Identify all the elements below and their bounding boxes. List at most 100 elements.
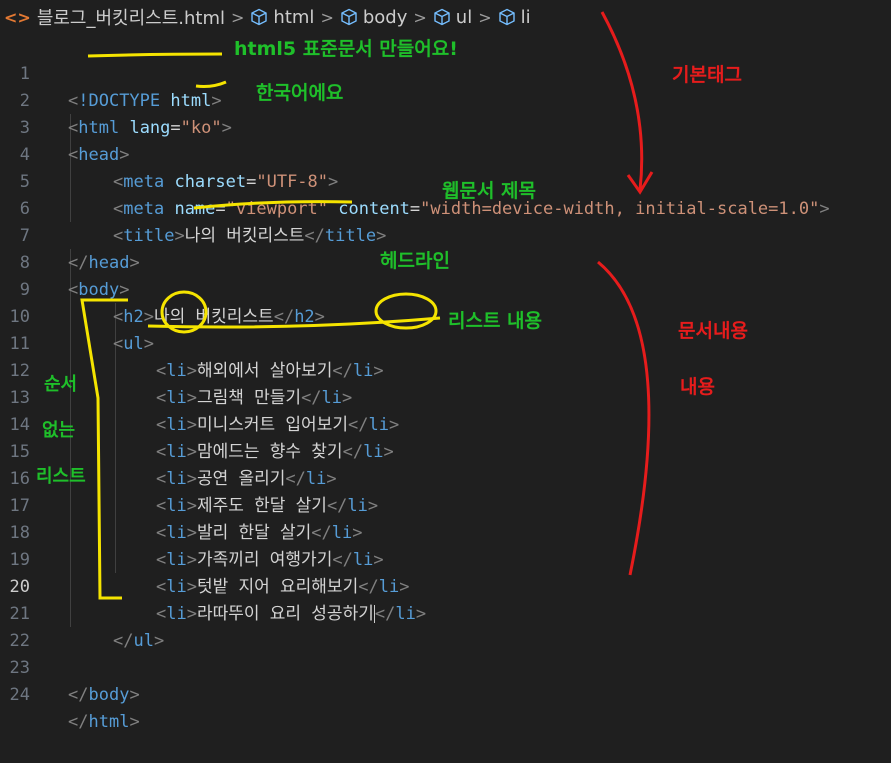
breadcrumb-ul[interactable]: ul xyxy=(433,7,472,28)
code-token: meta xyxy=(123,172,165,192)
code-token: > xyxy=(129,685,140,705)
code-token: </ xyxy=(304,226,325,246)
code-line[interactable]: 4 <meta charset="UTF-8"> xyxy=(0,115,339,192)
annotation-note: 한국어에요 xyxy=(256,82,344,104)
list-item-text: 가족끼리 여행가기 xyxy=(196,550,333,570)
code-token: li xyxy=(378,577,400,597)
list-item-text: 텃밭 지어 요리해보기 xyxy=(196,577,359,597)
code-token: < xyxy=(156,577,167,597)
code-line[interactable]: 19 <li>텃밭 지어 요리해보기</li> xyxy=(0,520,410,597)
code-line[interactable]: 10 <ul> xyxy=(0,277,154,354)
symbol-cube-icon xyxy=(434,8,450,26)
code-token: > xyxy=(119,280,130,300)
code-token: "viewport" xyxy=(225,199,329,219)
chevron-right-icon: > xyxy=(478,7,492,27)
code-token: > xyxy=(186,550,197,570)
list-item-text: 그림책 만들기 xyxy=(196,388,302,408)
code-token: 나의 버킷리스트 xyxy=(184,226,305,246)
code-token: </ xyxy=(347,415,369,435)
code-token: head xyxy=(78,145,120,165)
code-line[interactable]: 11 <li>해외에서 살아보기</li> xyxy=(0,304,384,381)
symbol-cube-icon xyxy=(341,8,357,26)
code-token: </ xyxy=(273,307,295,327)
code-line[interactable]: 1 <!DOCTYPE html> xyxy=(0,34,222,111)
code-token: > xyxy=(221,118,232,138)
code-token: li xyxy=(331,523,353,543)
code-line[interactable]: 20 <li>라따뚜이 요리 성공하기</li> xyxy=(0,547,427,624)
code-line[interactable]: 6 <title>나의 버킷리스트</title> xyxy=(0,169,387,246)
code-token: > xyxy=(174,226,185,246)
breadcrumb: <> 블로그_버킷리스트.html > html > body > ul > l… xyxy=(0,0,891,34)
code-line[interactable]: 18 <li>가족끼리 여행가기</li> xyxy=(0,493,384,570)
code-token: < xyxy=(113,307,124,327)
code-token: </ xyxy=(301,388,322,408)
code-line[interactable]: 3 <head> xyxy=(0,88,130,165)
code-line[interactable]: 9 <h2>나의 버킷리스트</h2> xyxy=(0,250,325,327)
code-token: </ xyxy=(374,604,396,624)
annotation-note: html5 표준문서 만들어요! xyxy=(234,38,458,60)
code-token: h2 xyxy=(123,307,144,327)
breadcrumb-html[interactable]: html xyxy=(250,7,314,28)
code-token: > xyxy=(342,388,353,408)
html-file-icon: <> xyxy=(4,7,31,27)
annotation-note: 순서 xyxy=(44,374,78,395)
code-token: name xyxy=(174,199,216,219)
annotation-note: 웹문서 제목 xyxy=(442,180,537,202)
code-token: < xyxy=(113,226,124,246)
code-token: html xyxy=(88,712,130,732)
code-line[interactable]: 16 <li>제주도 한달 살기</li> xyxy=(0,439,379,516)
code-token: > xyxy=(186,361,197,381)
code-token: < xyxy=(156,469,167,489)
breadcrumb-body[interactable]: body xyxy=(340,7,407,28)
code-token: < xyxy=(156,415,167,435)
code-token: > xyxy=(373,361,384,381)
code-line[interactable]: 12 <li>그림책 만들기</li> xyxy=(0,331,353,408)
code-token: < xyxy=(113,334,124,354)
code-token: body xyxy=(88,685,130,705)
code-token: li xyxy=(352,550,374,570)
code-token: charset xyxy=(174,172,247,192)
breadcrumb-li-label: li xyxy=(520,6,531,28)
code-token: "UTF-8" xyxy=(256,172,329,192)
code-token: > xyxy=(376,226,387,246)
code-token: body xyxy=(78,280,120,300)
code-line[interactable]: 2 <html lang="ko"> xyxy=(0,61,232,138)
annotation-note: 리스트 내용 xyxy=(448,310,543,332)
code-token: li xyxy=(166,415,187,435)
code-line[interactable]: 17 <li>발리 한달 살기</li> xyxy=(0,466,363,543)
code-editor[interactable]: 1 <!DOCTYPE html> 2 <html lang="ko"> 3 <… xyxy=(0,34,891,732)
code-token: </ xyxy=(332,550,353,570)
code-token: < xyxy=(113,172,124,192)
code-token: li xyxy=(166,496,187,516)
code-token: < xyxy=(68,280,79,300)
list-item-text: 미니스커트 입어보기 xyxy=(196,415,348,435)
code-token: > xyxy=(186,577,197,597)
code-token: > xyxy=(211,91,222,111)
code-line[interactable]: 21 </ul> xyxy=(0,574,165,651)
code-token: < xyxy=(68,145,79,165)
breadcrumb-li[interactable]: li xyxy=(498,7,531,28)
code-line[interactable]: 22 xyxy=(0,601,41,651)
code-line[interactable]: 5 <meta name="viewport" content="width=d… xyxy=(0,142,830,219)
code-line[interactable]: 24 </html> xyxy=(0,655,140,732)
code-line[interactable]: 15 <li>공연 올리기</li> xyxy=(0,412,337,489)
code-token: ul xyxy=(133,631,154,651)
code-line[interactable]: 7 </head> xyxy=(0,196,140,273)
code-token: > xyxy=(352,523,363,543)
code-token: h2 xyxy=(294,307,315,327)
code-line[interactable]: 13 <li>미니스커트 입어보기</li> xyxy=(0,358,400,435)
code-token: </ xyxy=(326,496,348,516)
code-token: > xyxy=(388,415,400,435)
code-token: li xyxy=(166,604,187,624)
code-token: > xyxy=(186,388,197,408)
breadcrumb-file[interactable]: 블로그_버킷리스트.html xyxy=(37,4,225,30)
code-line[interactable]: 14 <li>맘에드는 향수 찾기</li> xyxy=(0,385,394,462)
code-token: ul xyxy=(123,334,144,354)
code-line[interactable]: 23 </body> xyxy=(0,628,140,705)
symbol-cube-icon xyxy=(251,8,268,26)
annotation-note: 문서내용 xyxy=(678,320,748,342)
code-token: li xyxy=(166,388,187,408)
code-token: > xyxy=(119,145,130,165)
code-token: lang xyxy=(129,118,171,138)
code-line[interactable]: 8 <body> xyxy=(0,223,130,300)
